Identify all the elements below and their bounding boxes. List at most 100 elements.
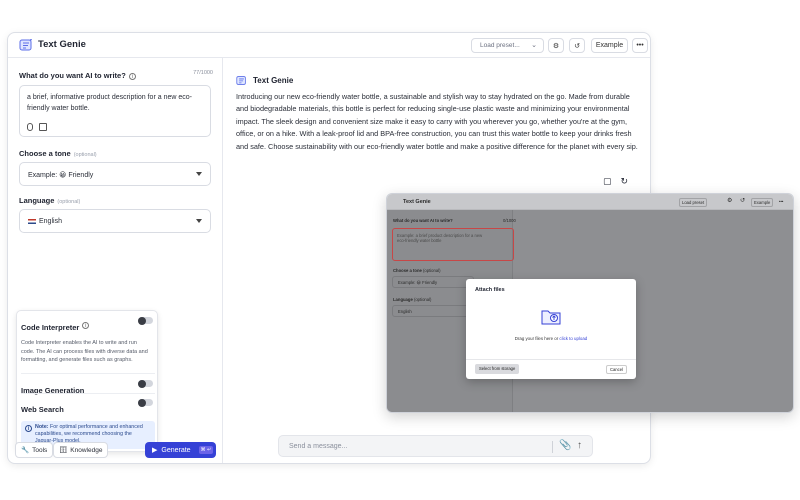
overlay-counter: 0/1000 bbox=[503, 218, 516, 223]
select-from-storage-button[interactable]: Select from storage bbox=[475, 364, 520, 374]
generate-button[interactable]: ▶ Generate ⌘ ↵ bbox=[145, 442, 216, 458]
assistant-name: Text Genie bbox=[253, 76, 294, 85]
caret-down-icon bbox=[196, 172, 202, 176]
prompt-label: What do you want AI to write? i bbox=[19, 71, 136, 80]
language-select[interactable]: English bbox=[19, 209, 211, 233]
knowledge-button[interactable]: 🗄 Knowledge bbox=[53, 442, 109, 458]
info-icon[interactable]: i bbox=[82, 322, 90, 330]
prompt-textarea[interactable]: a brief, informative product description… bbox=[19, 85, 211, 137]
overlay-language-select[interactable]: English bbox=[392, 305, 474, 317]
assistant-avatar-icon bbox=[236, 76, 246, 85]
overlay-tone-select[interactable]: Example: 😀 Friendly bbox=[392, 276, 474, 288]
textarea-tools bbox=[27, 123, 47, 131]
folder-upload-icon[interactable] bbox=[541, 307, 561, 325]
preset-placeholder: Load preset... bbox=[480, 42, 520, 49]
generate-label: Generate bbox=[161, 446, 191, 454]
chevron-down-icon: ⌄ bbox=[531, 42, 537, 49]
text-genie-logo-icon bbox=[19, 39, 32, 51]
tone-label-text: Choose a tone bbox=[19, 149, 71, 158]
settings-button[interactable]: ⚙ bbox=[548, 38, 564, 53]
overlay-language-label: Language (optional) bbox=[393, 297, 431, 302]
output-actions: ▢ ↻ bbox=[603, 176, 628, 187]
left-panel: What do you want AI to write? i 77/1000 a… bbox=[8, 58, 223, 463]
note-label: Note: bbox=[35, 424, 49, 430]
image-icon[interactable] bbox=[39, 123, 47, 131]
info-icon[interactable]: i bbox=[128, 72, 136, 80]
overlay-prompt-placeholder: Example: a brief product description for… bbox=[397, 233, 483, 243]
overlay-prompt-textarea[interactable]: Example: a brief product description for… bbox=[392, 228, 514, 261]
send-arrow-icon[interactable]: ↑ bbox=[577, 440, 582, 451]
regenerate-icon[interactable]: ↻ bbox=[621, 176, 629, 187]
tone-select[interactable]: Example: 😀 Friendly bbox=[19, 162, 211, 186]
prompt-label-text: What do you want AI to write? bbox=[19, 71, 126, 80]
image-generation-row: Image Generation bbox=[21, 379, 155, 398]
example-button[interactable]: Example bbox=[591, 38, 628, 53]
history-icon: ↺ bbox=[574, 42, 580, 50]
tone-label: Choose a tone (optional) bbox=[19, 149, 97, 158]
divider bbox=[21, 373, 155, 374]
code-interpreter-label: Code Interpreter bbox=[21, 323, 80, 332]
overlay-tone-label-text: Choose a tone bbox=[393, 268, 422, 273]
divider bbox=[21, 393, 155, 394]
overlay-tone-value: Example: 😀 Friendly bbox=[398, 280, 438, 285]
divider bbox=[466, 359, 636, 360]
drag-text: Drag your files here or bbox=[514, 336, 559, 341]
prompt-value: a brief, informative product description… bbox=[27, 94, 192, 112]
more-icon: ••• bbox=[636, 42, 644, 49]
language-label: Language (optional) bbox=[19, 196, 80, 205]
overlay-app-title: Text Genie bbox=[403, 199, 431, 205]
tools-label: Tools bbox=[32, 446, 48, 454]
overlay-prompt-label: What do you want AI to write? bbox=[393, 218, 453, 223]
shortcut-badge: ⌘ ↵ bbox=[198, 446, 214, 454]
dialog-title: Attach files bbox=[475, 287, 505, 293]
web-search-row: Web Search bbox=[21, 398, 155, 417]
info-icon: i bbox=[25, 425, 32, 432]
language-label-text: Language bbox=[19, 196, 55, 205]
char-counter: 77/1000 bbox=[193, 70, 213, 76]
image-generation-toggle[interactable] bbox=[138, 379, 153, 388]
overlay-preset-select[interactable]: Load preset bbox=[679, 198, 708, 207]
overlay-top-bar: Text Genie Load preset ⚙ ↺ Example ••• bbox=[387, 194, 793, 210]
code-interpreter-desc: Code Interpreter enables the AI to write… bbox=[21, 340, 148, 363]
code-interpreter-toggle[interactable] bbox=[138, 316, 153, 325]
attach-files-dialog: Attach files Drag your files here or cli… bbox=[466, 279, 636, 379]
attach-icon[interactable] bbox=[27, 123, 33, 131]
us-flag-icon bbox=[28, 218, 36, 224]
upload-link[interactable]: click to upload bbox=[559, 336, 587, 341]
message-placeholder: Send a message... bbox=[289, 443, 348, 450]
overlay-tone-label: Choose a tone (optional) bbox=[393, 268, 441, 273]
message-input[interactable]: Send a message... 📎 ↑ bbox=[278, 435, 593, 457]
paperclip-icon[interactable]: 📎 bbox=[559, 440, 571, 451]
language-optional: (optional) bbox=[57, 199, 81, 205]
language-value: English bbox=[39, 218, 62, 225]
drop-zone-text: Drag your files here or click to upload bbox=[466, 336, 636, 341]
overlay-language-optional: (optional) bbox=[413, 297, 432, 302]
example-label: Example bbox=[595, 42, 624, 49]
more-button[interactable]: ••• bbox=[632, 38, 648, 53]
load-preset-select[interactable]: Load preset... ⌄ bbox=[471, 38, 544, 53]
top-bar: Text Genie Load preset... ⌄ ⚙ ↺ Example … bbox=[8, 33, 650, 58]
copy-icon[interactable]: ▢ bbox=[603, 176, 612, 187]
history-button[interactable]: ↺ bbox=[569, 38, 585, 53]
overlay-example-button[interactable]: Example bbox=[751, 198, 774, 207]
note-text: For optimal performance and enhanced cap… bbox=[35, 424, 143, 444]
cancel-button[interactable]: Cancel bbox=[605, 365, 627, 374]
tools-popover: Code Interpreter i Code Interpreter enabl… bbox=[16, 310, 158, 452]
tone-value: Example: 😀 Friendly bbox=[28, 172, 94, 179]
tools-button[interactable]: 🔧 Tools bbox=[15, 442, 54, 458]
web-search-toggle[interactable] bbox=[138, 398, 153, 407]
caret-down-icon bbox=[196, 219, 202, 223]
history-icon[interactable]: ↺ bbox=[738, 196, 747, 205]
app-title: Text Genie bbox=[38, 39, 86, 50]
play-icon: ▶ bbox=[152, 447, 158, 454]
web-search-label: Web Search bbox=[21, 405, 64, 414]
database-icon: 🗄 bbox=[59, 447, 68, 454]
knowledge-label: Knowledge bbox=[70, 446, 103, 454]
divider bbox=[552, 441, 553, 453]
gear-icon[interactable]: ⚙ bbox=[725, 196, 734, 205]
more-icon[interactable]: ••• bbox=[777, 198, 785, 207]
generated-output: Introducing our new eco-friendly water b… bbox=[236, 92, 638, 151]
tone-optional: (optional) bbox=[73, 152, 97, 158]
overlay-language-value: English bbox=[398, 309, 412, 314]
gear-icon: ⚙ bbox=[552, 42, 560, 50]
